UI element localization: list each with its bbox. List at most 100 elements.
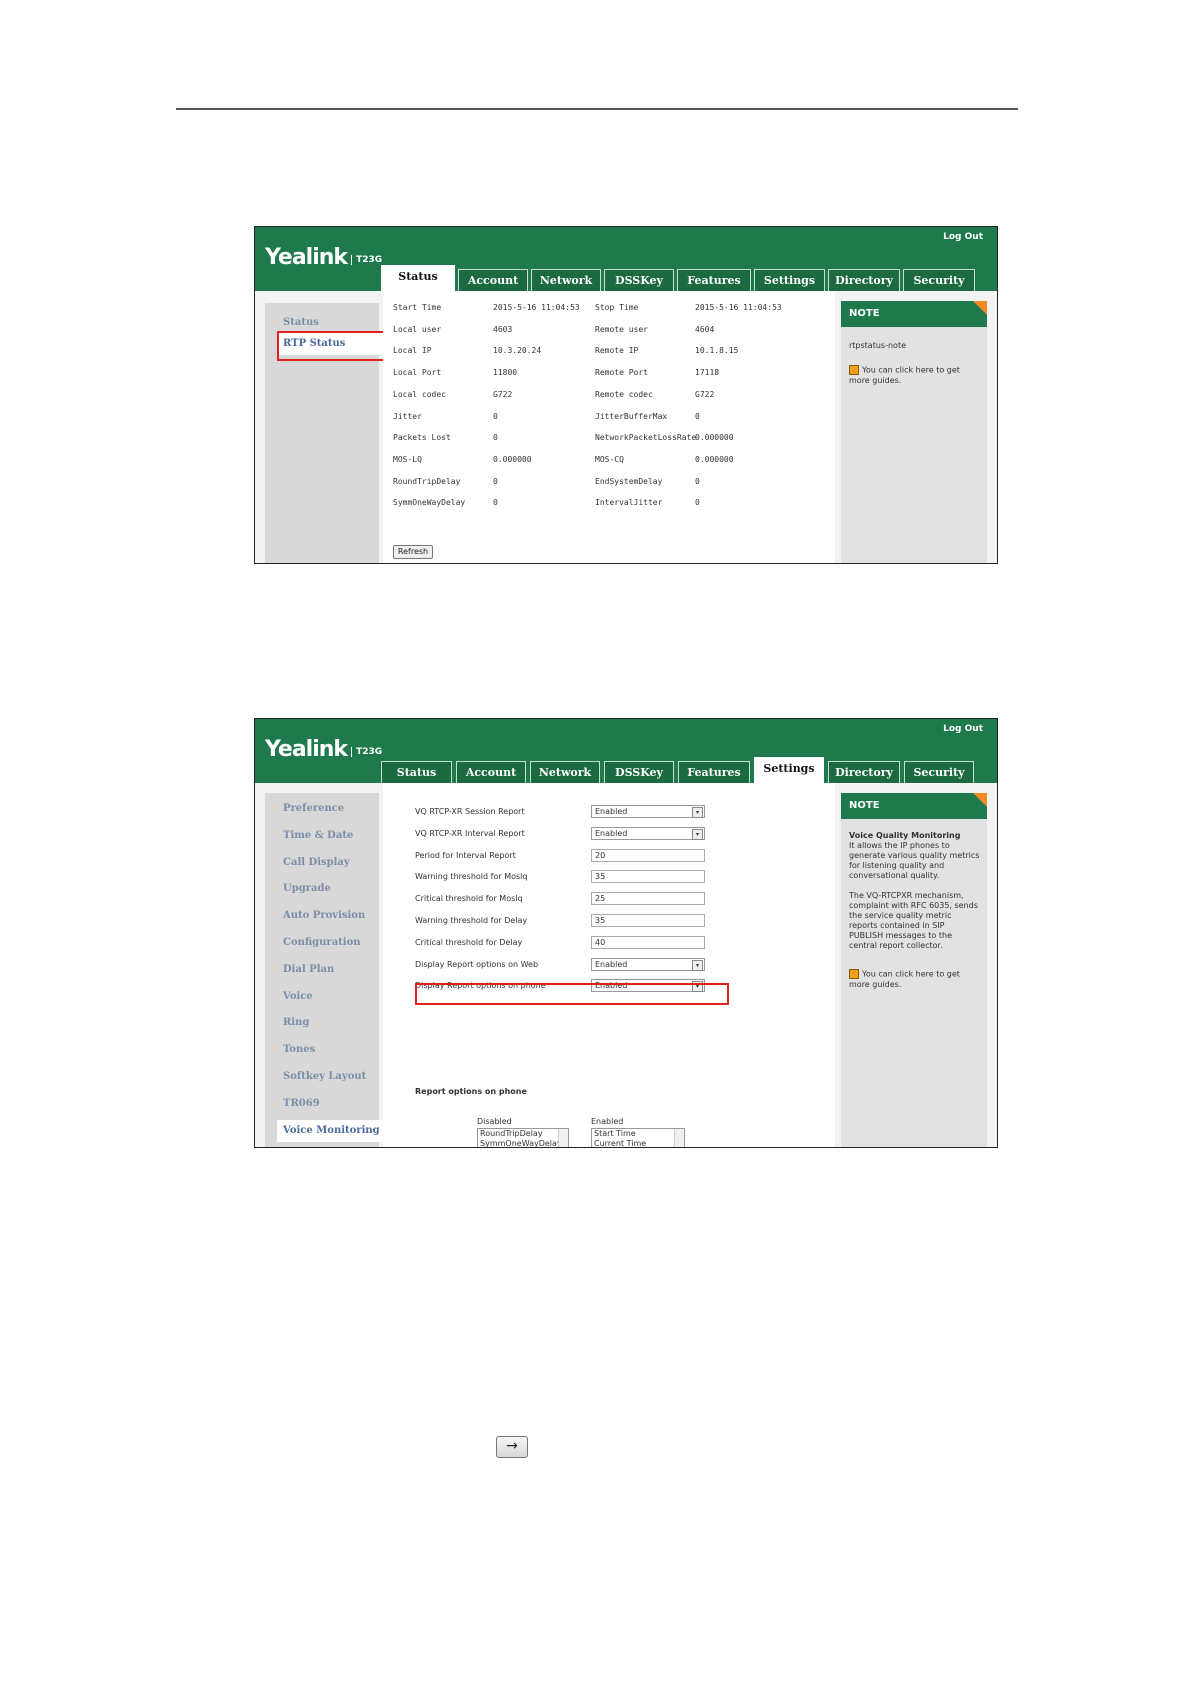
list-item[interactable]: Current Time: [594, 1139, 684, 1147]
logout-link[interactable]: Log Out: [943, 232, 983, 242]
tab-dsskey[interactable]: DSSKey: [604, 761, 674, 783]
tab-settings[interactable]: Settings: [754, 757, 824, 784]
note-guide[interactable]: You can click here to get more guides.: [849, 365, 960, 386]
tab-directory[interactable]: Directory: [828, 269, 900, 291]
tab-account[interactable]: Account: [456, 761, 526, 783]
report-options-title: Report options on phone: [415, 1087, 527, 1096]
rtp-field-label: Local IP: [393, 346, 432, 356]
field-label: Period for Interval Report: [415, 850, 516, 860]
sidebar-item-dial-plan[interactable]: Dial Plan: [283, 964, 334, 975]
tab-security[interactable]: Security: [904, 761, 974, 783]
field-label: Critical threshold for Delay: [415, 937, 523, 947]
rtp-field-value: 0: [695, 411, 700, 421]
note-text: Voice Quality Monitoring It allows the I…: [849, 831, 980, 950]
tab-features[interactable]: Features: [677, 269, 751, 291]
chevron-down-icon[interactable]: ▾: [692, 828, 703, 840]
tab-dsskey[interactable]: DSSKey: [604, 269, 674, 291]
enabled-options-list[interactable]: Start TimeCurrent TimeLocal UserRemote U…: [591, 1128, 685, 1147]
sidebar-item-ring[interactable]: Ring: [283, 1017, 309, 1028]
list-item[interactable]: SymmOneWayDelay: [480, 1139, 568, 1147]
rtp-field-label: Remote user: [595, 324, 648, 334]
sidebar-item-voice-monitoring[interactable]: Voice Monitoring: [277, 1119, 391, 1142]
rtp-field-label: MOS-CQ: [595, 454, 624, 464]
tab-account[interactable]: Account: [458, 269, 528, 291]
highlight-box-display-report-phone: [415, 983, 729, 1005]
rtp-field-label: EndSystemDelay: [595, 476, 663, 486]
sidebar-item-configuration[interactable]: Configuration: [283, 937, 361, 948]
sidebar-item-call-display[interactable]: Call Display: [283, 857, 350, 868]
rtp-field-label: Remote codec: [595, 389, 653, 399]
voice-monitoring-screenshot: Yealink T23G Log Out Status Account Netwo…: [254, 718, 998, 1148]
field-label: VQ RTCP-XR Interval Report: [415, 828, 525, 838]
field-input[interactable]: 25: [591, 892, 705, 906]
disabled-options-list[interactable]: RoundTripDelay SymmOneWayDelay: [477, 1128, 569, 1147]
list-item[interactable]: RoundTripDelay: [480, 1129, 568, 1139]
tab-network[interactable]: Network: [530, 761, 600, 783]
page-header-rule: [176, 108, 1018, 110]
tab-directory[interactable]: Directory: [828, 761, 900, 783]
tab-security[interactable]: Security: [903, 269, 975, 291]
tab-features[interactable]: Features: [678, 761, 750, 783]
sidebar-item-preference[interactable]: Preference: [283, 803, 344, 814]
rtp-field-label: IntervalJitter: [595, 498, 663, 508]
right-arrow-button[interactable]: →: [496, 1436, 528, 1458]
note-title: NOTE: [841, 793, 987, 819]
highlight-box-rtp-status: [277, 331, 389, 361]
list-item[interactable]: Start Time: [594, 1129, 684, 1139]
field-value: 25: [595, 894, 606, 904]
field-input[interactable]: 40: [591, 935, 705, 949]
sidebar-item-time-date[interactable]: Time & Date: [283, 830, 353, 841]
field-select[interactable]: Enabled ▾: [591, 805, 705, 818]
sidebar-item-tr069[interactable]: TR069: [283, 1098, 320, 1109]
rtp-field-label: Jitter: [393, 411, 422, 421]
field-input[interactable]: 20: [591, 848, 705, 862]
rtp-field-label: Local codec: [393, 389, 446, 399]
sidebar-item-status[interactable]: Status: [283, 317, 319, 328]
tab-settings[interactable]: Settings: [754, 269, 825, 291]
refresh-button[interactable]: Refresh: [393, 545, 433, 559]
help-icon: [849, 365, 859, 375]
field-label: VQ RTCP-XR Session Report: [415, 807, 525, 816]
field-value: Enabled: [595, 959, 628, 969]
field-select[interactable]: Enabled ▾: [591, 957, 705, 971]
rtp-field-value: 4604: [695, 324, 715, 334]
rtp-field-value: 11800: [493, 368, 518, 378]
tab-network[interactable]: Network: [531, 269, 601, 291]
field-value: Enabled: [595, 828, 628, 838]
sidebar-item-upgrade[interactable]: Upgrade: [283, 883, 331, 894]
field-input[interactable]: 35: [591, 914, 705, 927]
rtp-field-label: Remote IP: [595, 346, 639, 356]
tab-status[interactable]: Status: [381, 265, 455, 292]
yealink-logo: Yealink T23G: [265, 737, 383, 762]
rtp-field-value: 0: [695, 476, 700, 486]
sidebar-item-voice[interactable]: Voice: [283, 991, 313, 1002]
enabled-list-label: Enabled: [591, 1117, 624, 1126]
tab-status[interactable]: Status: [381, 761, 452, 783]
rtp-field-value: 0.000000: [695, 433, 734, 443]
chevron-down-icon[interactable]: ▾: [692, 959, 703, 971]
rtp-status-screenshot: Yealink T23G Log Out Status Account Netwo…: [254, 226, 998, 564]
note-guide[interactable]: You can click here to get more guides.: [849, 969, 960, 990]
rtp-field-value: 10.1.8.15: [695, 346, 739, 356]
field-value: 35: [595, 916, 606, 925]
field-select[interactable]: Enabled ▾: [591, 826, 705, 840]
voice-monitoring-panel: VQ RTCP-XR Session Report Enabled ▾ VQ RTCP…: [383, 783, 835, 1147]
rtp-field-value: 2015-5-16 11:04:53: [695, 303, 782, 312]
rtp-field-label: Remote Port: [595, 368, 648, 378]
field-value: 35: [595, 872, 606, 882]
sidebar-item-tones[interactable]: Tones: [283, 1044, 315, 1055]
field-label: Warning threshold for Moslq: [415, 872, 528, 882]
logout-link[interactable]: Log Out: [943, 724, 983, 734]
header-bar: Yealink T23G Log Out Status Account Netwo…: [255, 227, 997, 292]
rtp-field-value: 0.000000: [695, 454, 734, 464]
rtp-field-value: 0: [695, 498, 700, 508]
field-input[interactable]: 35: [591, 870, 705, 884]
rtp-field-value: G722: [695, 389, 715, 399]
sidebar-item-softkey-layout[interactable]: Softkey Layout: [283, 1071, 366, 1082]
disabled-list-label: Disabled: [477, 1117, 512, 1126]
rtp-field-value: 0: [493, 498, 498, 508]
sidebar-item-auto-provision[interactable]: Auto Provision: [283, 910, 365, 921]
chevron-down-icon[interactable]: ▾: [692, 807, 703, 818]
field-value: Enabled: [595, 807, 628, 816]
rtp-field-value: 0.000000: [493, 454, 532, 464]
